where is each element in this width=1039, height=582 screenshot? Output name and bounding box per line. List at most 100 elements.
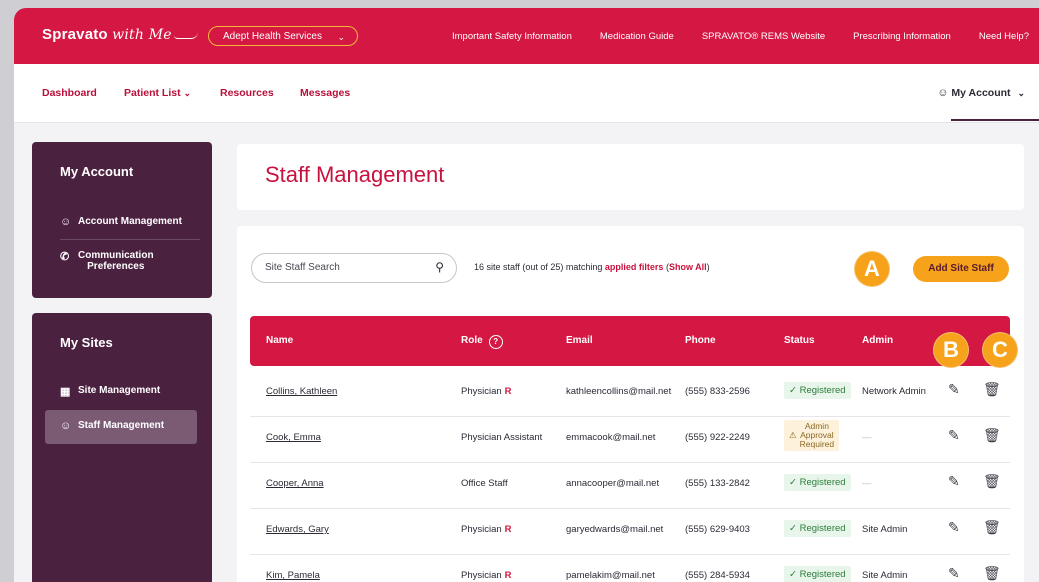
title-card: Staff Management [237, 144, 1024, 210]
edit-icon[interactable]: ✎ [948, 473, 960, 490]
sidebar-item-communication-preferences[interactable]: ✆ Communication Preferences [60, 250, 154, 272]
trash-icon[interactable]: 🗑 [983, 427, 1001, 444]
sidebar-item-account-management[interactable]: ☺ Account Management [60, 216, 182, 228]
label-line: Communication [78, 250, 154, 261]
trash-icon[interactable]: 🗑 [983, 519, 1001, 536]
staff-name-link[interactable]: Cooper, Anna [266, 478, 324, 489]
results-summary: 16 site staff (out of 25) matching appli… [474, 262, 710, 272]
trash-icon[interactable]: 🗑 [983, 381, 1001, 398]
role-cell: Physician Assistant [461, 432, 543, 443]
link-rems-website[interactable]: SPRAVATO® REMS Website [702, 31, 825, 42]
nav-dashboard[interactable]: Dashboard [42, 87, 97, 99]
nav-resources[interactable]: Resources [220, 87, 274, 99]
staff-name-link[interactable]: Kim, Pamela [266, 570, 320, 581]
check-icon: ✓ [789, 385, 797, 396]
edit-icon[interactable]: ✎ [948, 427, 960, 444]
col-name[interactable]: Name [266, 335, 293, 346]
admin-cell: — [862, 432, 872, 443]
edit-icon[interactable]: ✎ [948, 381, 960, 398]
sidebar-my-sites: My Sites ▦ Site Management ☺ Staff Manag… [32, 313, 212, 582]
sidebar-item-site-management[interactable]: ▦ Site Management [60, 385, 160, 398]
warning-icon: ⚠ [789, 430, 797, 440]
col-email[interactable]: Email [566, 335, 593, 346]
col-phone[interactable]: Phone [685, 335, 716, 346]
email-cell: annacooper@mail.net [566, 478, 660, 489]
status-badge: ✓ Registered [784, 474, 851, 491]
admin-cell: Network Admin [862, 386, 926, 397]
staff-name-link[interactable]: Collins, Kathleen [266, 386, 337, 397]
edit-icon[interactable]: ✎ [948, 565, 960, 582]
nav-messages[interactable]: Messages [300, 87, 350, 99]
callout-c: C [983, 333, 1017, 367]
nav-patient-list-label: Patient List [124, 87, 181, 99]
role-cell: Physician R [461, 524, 512, 535]
email-cell: pamelakim@mail.net [566, 570, 655, 581]
nav-my-account[interactable]: ☺ My Account ⌄ [937, 87, 1025, 99]
show-all-link[interactable]: Show All [669, 262, 707, 272]
table-row: Kim, Pamela Physician R pamelakim@mail.ne… [250, 554, 1010, 582]
divider [60, 239, 200, 240]
phone-cell: (555) 284-5934 [685, 570, 750, 581]
role-cell: Physician R [461, 570, 512, 581]
check-icon: ✓ [789, 477, 797, 488]
edit-icon[interactable]: ✎ [948, 519, 960, 536]
main-nav: Dashboard Patient List ⌄ Resources Messa… [14, 64, 1039, 123]
sidebar-item-label: Communication Preferences [78, 250, 154, 272]
role-cell: Physician R [461, 386, 512, 397]
admin-cell: Site Admin [862, 570, 908, 581]
col-admin[interactable]: Admin [862, 335, 893, 346]
utility-links: Important Safety Information Medication … [452, 8, 1039, 64]
site-selector-value: Adept Health Services [223, 31, 322, 42]
app-frame: Spravato with Me Adept Health Services ⌄… [14, 8, 1039, 582]
col-role[interactable]: Role? [461, 335, 503, 349]
summary-text: 16 site staff (out of 25) matching [474, 262, 603, 272]
col-role-label: Role [461, 335, 483, 346]
link-medication-guide[interactable]: Medication Guide [600, 31, 674, 42]
status-badge: ⚠ Admin Approval Required [784, 420, 840, 451]
sidebar-item-label: Site Management [78, 385, 161, 396]
site-selector[interactable]: Adept Health Services ⌄ [208, 26, 358, 46]
chevron-down-icon: ⌄ [183, 88, 192, 98]
staff-name-link[interactable]: Cook, Emma [266, 432, 321, 443]
brand-name: Spravato [42, 26, 108, 43]
sidebar-item-staff-management-label[interactable]: ☺ Staff Management [60, 420, 164, 432]
sidebar-title: My Sites [60, 335, 113, 350]
chevron-down-icon: ⌄ [1017, 88, 1025, 98]
search-input[interactable]: Site Staff Search ⚲ [251, 253, 457, 283]
check-icon: ✓ [789, 569, 797, 580]
phone-cell: (555) 922-2249 [685, 432, 750, 443]
help-icon[interactable]: ? [488, 335, 503, 349]
user-icon: ☺ [60, 216, 72, 228]
link-safety-info[interactable]: Important Safety Information [452, 31, 572, 42]
nav-patient-list[interactable]: Patient List ⌄ [124, 87, 191, 99]
prescriber-badge: R [504, 386, 512, 397]
link-need-help[interactable]: Need Help? [979, 31, 1029, 42]
email-cell: emmacook@mail.net [566, 432, 656, 443]
email-cell: garyedwards@mail.net [566, 524, 664, 535]
trash-icon[interactable]: 🗑 [983, 473, 1001, 490]
user-icon: ☺ [60, 420, 72, 432]
page-title: Staff Management [265, 162, 445, 187]
status-line: Required [799, 439, 835, 449]
callout-a: A [855, 252, 889, 286]
nav-my-account-label: My Account [951, 87, 1011, 99]
applied-filters-link[interactable]: applied filters [605, 262, 664, 272]
brand-logo[interactable]: Spravato with Me [42, 26, 198, 43]
check-icon: ✓ [789, 523, 797, 534]
top-bar: Spravato with Me Adept Health Services ⌄… [14, 8, 1039, 64]
sidebar-title: My Account [60, 164, 134, 179]
status-text: Registered [799, 477, 846, 488]
prescriber-badge: R [504, 524, 512, 535]
link-prescribing-info[interactable]: Prescribing Information [853, 31, 951, 42]
col-status[interactable]: Status [784, 335, 815, 346]
sidebar-item-label: Account Management [78, 216, 182, 227]
status-badge: ✓ Registered [784, 520, 851, 537]
table-row: Cooper, Anna Office Staff annacooper@mai… [250, 462, 1010, 509]
user-icon: ☺ [937, 87, 949, 99]
add-site-staff-button[interactable]: Add Site Staff [913, 256, 1009, 282]
trash-icon[interactable]: 🗑 [983, 565, 1001, 582]
staff-name-link[interactable]: Edwards, Gary [266, 524, 329, 535]
status-badge: ✓ Registered [784, 566, 851, 582]
search-icon[interactable]: ⚲ [435, 260, 444, 274]
admin-cell: — [862, 478, 872, 489]
